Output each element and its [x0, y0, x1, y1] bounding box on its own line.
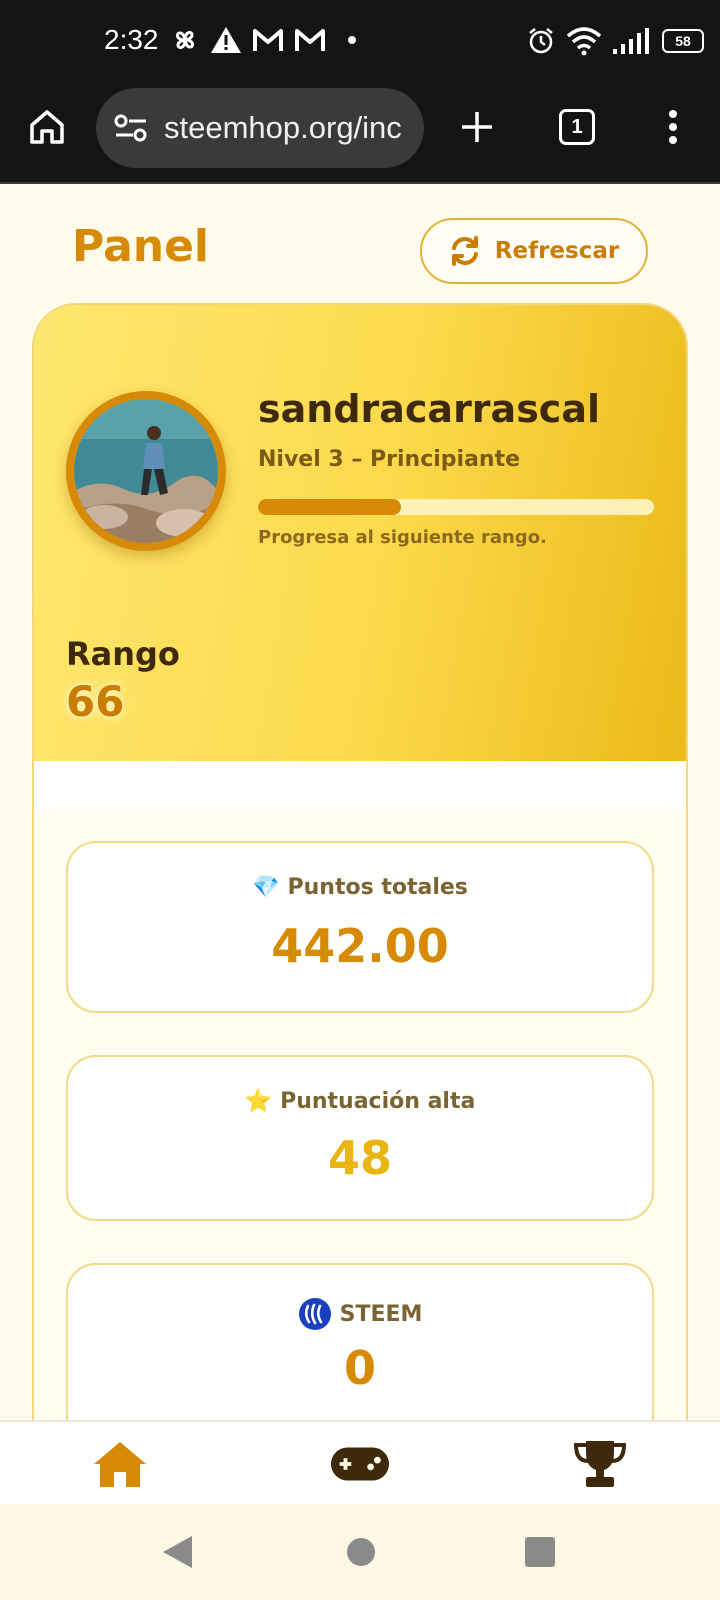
- refresh-button[interactable]: Refrescar: [420, 218, 648, 284]
- home-button[interactable]: [22, 102, 72, 152]
- home-circle-icon[interactable]: [345, 1536, 377, 1568]
- alarm-icon: [529, 28, 553, 54]
- tab-count-icon: 1: [559, 109, 595, 145]
- profile-hero: sandracarrascal Nivel 3 – Principiante P…: [34, 305, 686, 761]
- stat-label-total-points: Puntos totales: [287, 875, 468, 900]
- level-text: Nivel 3 – Principiante: [258, 447, 521, 472]
- level-progress-fill: [258, 499, 401, 515]
- address-bar[interactable]: steemhop.org/inc: [96, 88, 424, 168]
- warning-icon: [211, 27, 241, 53]
- browser-toolbar: steemhop.org/inc 1: [0, 80, 720, 184]
- system-icons: 58: [526, 26, 704, 56]
- refresh-icon: [451, 236, 478, 266]
- stat-value-high-score: 48: [327, 1131, 392, 1185]
- status-bar: 2:32 58: [0, 0, 720, 80]
- gamepad-icon: [330, 1447, 390, 1481]
- stat-label-steem: STEEM: [339, 1301, 423, 1327]
- rank-label: Rango: [66, 635, 180, 673]
- avatar: [66, 391, 226, 551]
- username: sandracarrascal: [258, 387, 600, 431]
- battery-icon: 58: [662, 29, 704, 53]
- back-icon[interactable]: [160, 1534, 194, 1570]
- star-icon: ⭐: [244, 1089, 273, 1114]
- level-progress-bar: [258, 499, 654, 515]
- stat-card-total-points: 💎 Puntos totales 442.00: [66, 841, 654, 1013]
- status-time: 2:32: [104, 24, 159, 55]
- avatar-photo: [74, 399, 218, 543]
- home-icon: [94, 1442, 146, 1487]
- diamond-icon: 💎: [252, 875, 280, 900]
- tab-switcher-button[interactable]: 1: [552, 102, 602, 152]
- rank-value: 66: [66, 677, 125, 726]
- tab-count: 1: [571, 115, 583, 138]
- wifi-icon: [566, 27, 602, 56]
- notification-icons: [170, 24, 360, 56]
- profile-card: sandracarrascal Nivel 3 – Principiante P…: [32, 303, 688, 1420]
- site-settings-icon[interactable]: [114, 113, 148, 143]
- url-text: steemhop.org/inc: [164, 110, 402, 145]
- plus-icon: [462, 112, 492, 142]
- stat-value-steem: 0: [343, 1341, 376, 1395]
- system-navigation: [0, 1504, 720, 1600]
- nav-games[interactable]: [330, 1438, 390, 1490]
- steem-logo-icon: [298, 1298, 331, 1330]
- page-content: Panel Refrescar sandracarrascal Nivel 3 …: [0, 185, 720, 1420]
- recents-icon[interactable]: [524, 1536, 556, 1568]
- bottom-navigation: [0, 1420, 720, 1504]
- gmail-icon: [253, 29, 283, 51]
- pinwheel-icon: [175, 30, 195, 50]
- stat-card-high-score: ⭐ Puntuación alta 48: [66, 1055, 654, 1221]
- stat-value-total-points: 442.00: [271, 919, 449, 973]
- stat-label-high-score: Puntuación alta: [280, 1089, 476, 1114]
- page-title: Panel: [72, 221, 210, 272]
- stat-card-steem: STEEM 0: [66, 1263, 654, 1420]
- progress-hint: Progresa al siguiente rango.: [258, 527, 547, 548]
- hero-divider: [34, 761, 686, 809]
- new-tab-button[interactable]: [452, 102, 502, 152]
- trophy-icon: [573, 1441, 627, 1487]
- signal-icon: [613, 28, 649, 54]
- browser-menu-button[interactable]: [648, 102, 698, 152]
- nav-leaderboard[interactable]: [570, 1438, 630, 1490]
- nav-home[interactable]: [90, 1438, 150, 1490]
- dot-icon: [348, 36, 356, 44]
- gmail-icon: [295, 29, 325, 51]
- home-outline-icon: [30, 110, 64, 144]
- more-vertical-icon: [669, 110, 677, 144]
- refresh-label: Refrescar: [494, 238, 620, 264]
